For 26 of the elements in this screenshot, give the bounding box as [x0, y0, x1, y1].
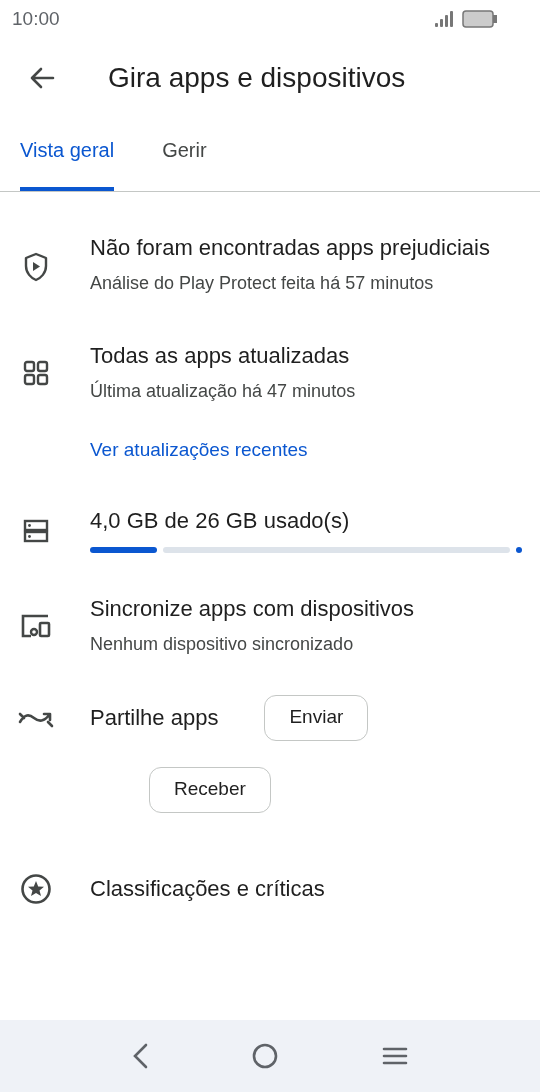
- receive-button[interactable]: Receber: [149, 766, 271, 813]
- item-subtitle: Nenhum dispositivo sincronizado: [90, 632, 355, 656]
- send-button[interactable]: Enviar: [264, 694, 369, 741]
- grid-icon: [23, 360, 49, 386]
- tab[interactable]: Vista geral: [20, 135, 115, 191]
- back-arrow-icon: [29, 66, 55, 90]
- page-title: Gira apps e dispositivos: [108, 61, 406, 95]
- signal-icon: [434, 11, 454, 27]
- item-title: Não foram encontradas apps prejudiciais: [90, 234, 491, 262]
- devices-icon: [20, 612, 52, 639]
- status-time: 10:00: [12, 6, 60, 31]
- item-subtitle: Análise do Play Protect feita há 57 minutos: [90, 272, 435, 295]
- item-subtitle: Última atualização há 47 minutos: [90, 379, 357, 403]
- item-title: Classificações e críticas: [90, 874, 325, 903]
- recent-updates-link[interactable]: Ver atualizações recentes: [90, 436, 522, 465]
- battery-icon: [462, 10, 498, 28]
- tab[interactable]: Gerir: [162, 135, 207, 191]
- nav-back-icon[interactable]: [132, 1043, 148, 1069]
- item-title: Sincronize apps com dispositivos: [90, 594, 416, 623]
- star-circle-icon: [20, 872, 52, 905]
- item-title: Partilhe apps: [90, 703, 219, 732]
- item-title: Todas as apps atualizadas: [90, 342, 351, 370]
- shield-play-icon: [23, 252, 49, 282]
- nav-menu-icon[interactable]: [382, 1046, 408, 1066]
- nav-home-icon[interactable]: [252, 1043, 278, 1069]
- item-title: 4,0 GB de 26 GB usado(s): [90, 506, 351, 535]
